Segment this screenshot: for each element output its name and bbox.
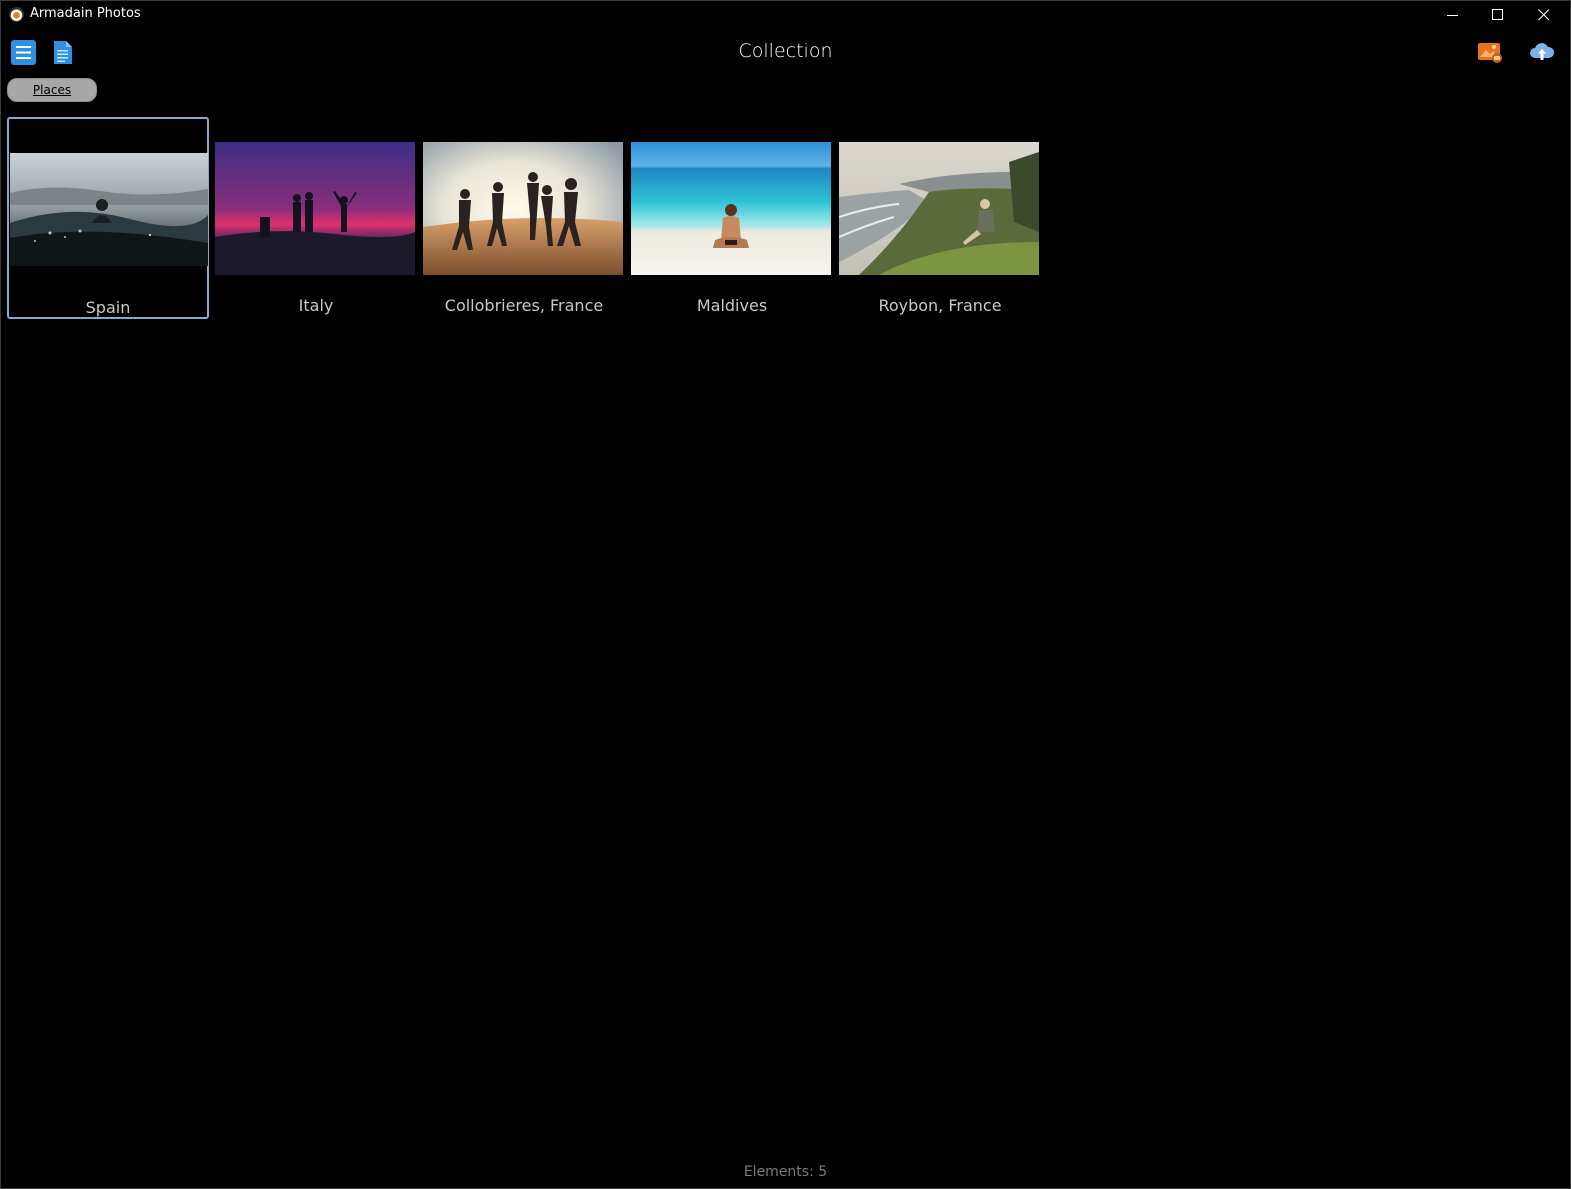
cloud-upload-icon [1530,43,1555,60]
minimize-button[interactable] [1430,0,1476,30]
place-tile-italy[interactable]: Italy [215,117,417,319]
place-thumbnail [631,142,831,275]
title-bar[interactable]: Armadain Photos [0,0,1571,30]
place-thumbnail [10,153,208,266]
place-tile-roybon-france[interactable]: Roybon, France [839,117,1041,319]
upload-button[interactable] [1529,42,1555,62]
place-label: Spain [85,298,131,317]
app-logo-icon [9,7,24,22]
element-count-status: Elements: 5 [743,1164,828,1180]
place-tile-collobrieres-france[interactable]: Collobrieres, France [423,117,625,319]
photos-button[interactable] [1477,41,1504,65]
place-tile-maldives[interactable]: Maldives [631,117,833,319]
place-label: Maldives [696,296,768,315]
place-thumbnail [423,142,623,275]
place-thumbnail [215,142,415,275]
page-title: Collection [738,40,833,62]
place-tile-spain[interactable]: Spain [7,117,209,319]
maximize-icon [1492,9,1503,20]
place-thumbnail [839,142,1039,275]
breadcrumb-places-button[interactable]: Places [7,78,97,102]
window-title: Armadain Photos [30,6,141,21]
minimize-icon [1447,15,1458,16]
close-button[interactable] [1521,0,1567,30]
place-label: Roybon, France [878,296,1002,315]
place-label: Italy [298,296,334,315]
place-label: Collobrieres, France [444,296,604,315]
close-icon [1538,9,1550,21]
maximize-button[interactable] [1475,0,1521,30]
photos-icon [1478,43,1502,63]
